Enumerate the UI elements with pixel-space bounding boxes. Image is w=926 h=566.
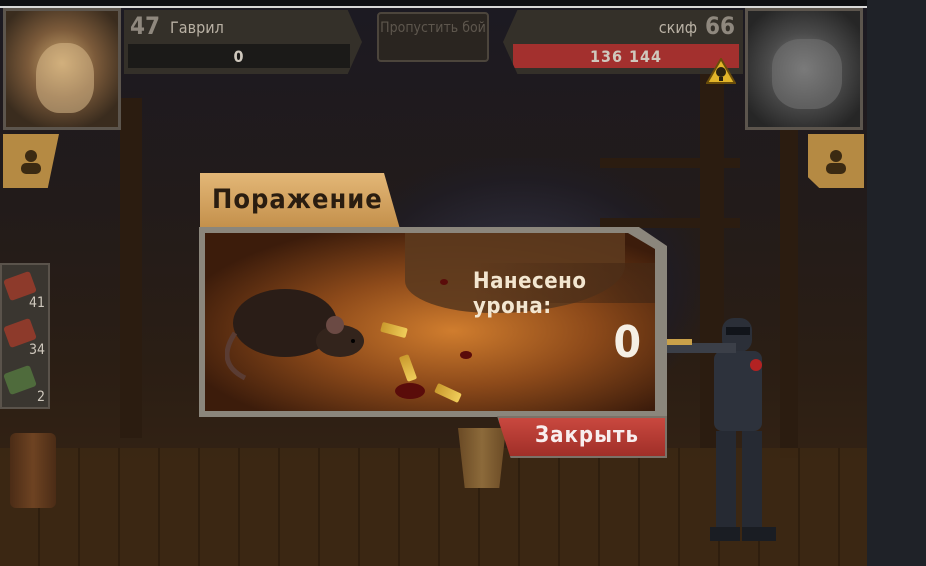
player-portrait[interactable] bbox=[3, 8, 121, 130]
player-level: 47 bbox=[130, 12, 161, 40]
enemy-level: 66 bbox=[704, 12, 735, 40]
enemy-soldier-sprite bbox=[664, 318, 776, 541]
enemy-face bbox=[772, 39, 842, 109]
consumable-slot[interactable]: 41 bbox=[2, 267, 48, 313]
blood-splatter bbox=[460, 351, 472, 359]
barrel bbox=[10, 433, 56, 508]
scaffold-rail bbox=[600, 218, 740, 228]
player-hp-value: 0 bbox=[233, 47, 245, 66]
damage-label-box: Нанесено урона: bbox=[473, 263, 655, 319]
rat-illustration bbox=[225, 289, 364, 381]
item-count: 34 bbox=[28, 342, 45, 358]
item-count: 41 bbox=[28, 295, 45, 311]
blood-splatter bbox=[440, 279, 448, 285]
enemy-name: скиф bbox=[658, 18, 697, 37]
damage-value: 0 bbox=[613, 317, 641, 368]
defeat-title: Поражение bbox=[212, 184, 383, 215]
scaffold-rail bbox=[600, 158, 740, 168]
damage-label: Нанесено урона: bbox=[473, 269, 587, 319]
player-hp-bar: 0 bbox=[128, 44, 350, 68]
enemy-profile-button[interactable] bbox=[808, 134, 864, 188]
battle-result-modal: Нанесено урона: 0 bbox=[199, 227, 667, 417]
bullet-shell bbox=[434, 382, 462, 404]
item-count: 2 bbox=[36, 389, 45, 405]
defeat-title-tag: Поражение bbox=[200, 173, 400, 229]
enemy-portrait[interactable] bbox=[745, 8, 863, 130]
person-icon bbox=[826, 150, 846, 174]
player-face bbox=[36, 43, 94, 113]
person-icon bbox=[21, 150, 41, 174]
consumable-slot[interactable]: 2 bbox=[2, 361, 48, 407]
bucket bbox=[458, 428, 506, 488]
wooden-beam bbox=[120, 98, 142, 438]
poison-status-icon bbox=[706, 58, 736, 84]
medkit-icon bbox=[3, 364, 37, 396]
skip-battle-button[interactable]: Пропустить бой bbox=[377, 12, 489, 62]
player-name: Гаврил bbox=[170, 18, 224, 37]
bullet-shell bbox=[380, 321, 408, 339]
right-margin bbox=[867, 0, 926, 566]
consumable-slot[interactable]: 34 bbox=[2, 314, 48, 360]
close-button-label: Закрыть bbox=[535, 423, 639, 448]
consumables-panel: 41 34 2 bbox=[0, 263, 50, 409]
close-button[interactable]: Закрыть bbox=[497, 416, 667, 458]
bullet-shell bbox=[398, 354, 418, 382]
top-border bbox=[0, 0, 867, 8]
defeat-illustration: Нанесено урона: 0 bbox=[205, 233, 655, 411]
player-info-bar: 47 Гаврил 0 bbox=[124, 10, 362, 74]
blood-splatter bbox=[395, 383, 425, 399]
